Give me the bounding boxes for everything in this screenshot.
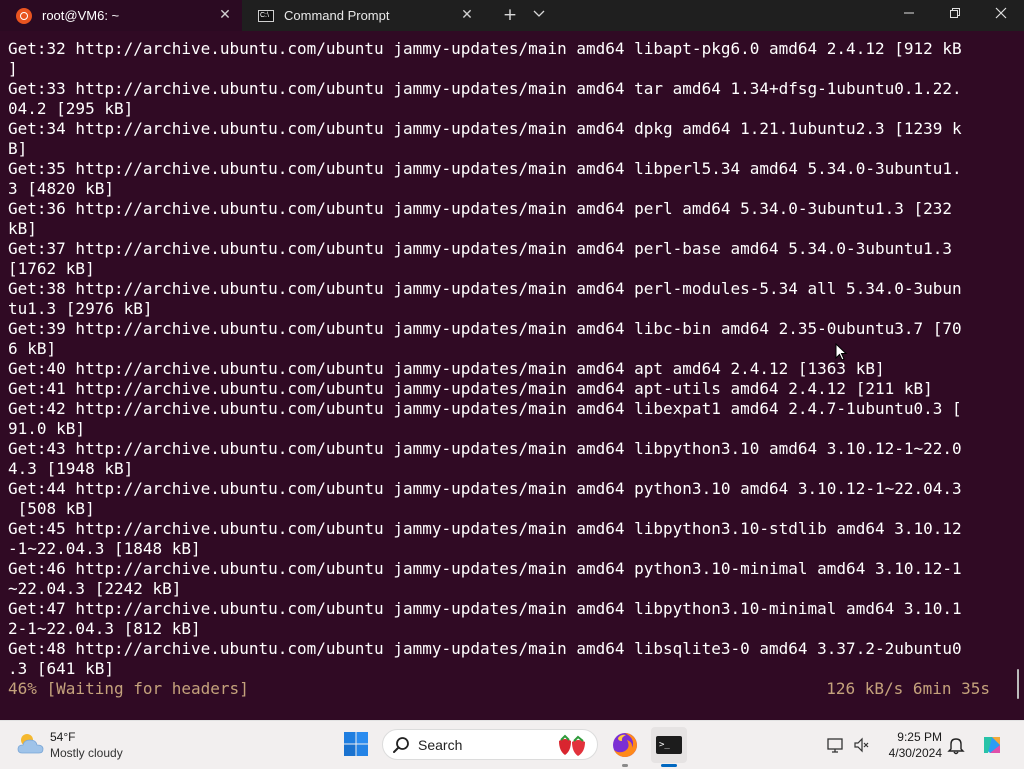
terminal-line: tu1.3 [2976 kB]: [8, 299, 153, 318]
active-app-indicator: [661, 764, 677, 767]
tab-dropdown-button[interactable]: [526, 4, 552, 26]
notification-bell-icon[interactable]: [947, 735, 965, 755]
terminal-line: Get:40 http://archive.ubuntu.com/ubuntu …: [8, 359, 885, 378]
terminal-taskbar-button[interactable]: >_: [651, 727, 687, 763]
terminal-line: Get:37 http://archive.ubuntu.com/ubuntu …: [8, 239, 953, 258]
network-icon[interactable]: [826, 736, 844, 754]
terminal-line: 6 kB]: [8, 339, 57, 358]
volume-muted-icon[interactable]: [853, 736, 871, 754]
search-label: Search: [418, 737, 463, 753]
new-tab-button[interactable]: +: [497, 4, 523, 26]
terminal-lines: Get:32 http://archive.ubuntu.com/ubuntu …: [8, 39, 1008, 679]
terminal-output[interactable]: Get:32 http://archive.ubuntu.com/ubuntu …: [0, 31, 1024, 720]
minimize-icon: [904, 12, 914, 14]
terminal-line: -1~22.04.3 [1848 kB]: [8, 539, 201, 558]
clock-time: 9:25 PM: [897, 730, 942, 744]
close-window-button[interactable]: [978, 0, 1024, 31]
command-prompt-icon: C:\: [258, 9, 274, 22]
terminal-line: Get:42 http://archive.ubuntu.com/ubuntu …: [8, 399, 962, 418]
terminal-line: 04.2 [295 kB]: [8, 99, 134, 118]
terminal-line: 4.3 [1948 kB]: [8, 459, 134, 478]
system-clock[interactable]: 9:25 PM 4/30/2024: [880, 729, 942, 761]
tab-title: Command Prompt: [284, 8, 390, 23]
terminal-line: Get:41 http://archive.ubuntu.com/ubuntu …: [8, 379, 933, 398]
terminal-line: Get:48 http://archive.ubuntu.com/ubuntu …: [8, 639, 962, 658]
close-tab-icon[interactable]: ✕: [458, 6, 476, 24]
terminal-line: Get:43 http://archive.ubuntu.com/ubuntu …: [8, 439, 962, 458]
search-icon: [393, 737, 409, 753]
ubuntu-icon: [16, 7, 32, 24]
running-indicator: [622, 764, 628, 767]
scrollbar[interactable]: [1017, 669, 1019, 699]
terminal-line: ~22.04.3 [2242 kB]: [8, 579, 182, 598]
terminal-line: 91.0 kB]: [8, 419, 86, 438]
terminal-line: B]: [8, 139, 28, 158]
terminal-line: Get:36 http://archive.ubuntu.com/ubuntu …: [8, 199, 953, 218]
title-bar: root@VM6: ~ ✕ C:\ Command Prompt ✕ +: [0, 0, 1024, 31]
weather-widget[interactable]: 54°F Mostly cloudy: [14, 727, 164, 763]
weather-temperature: 54°F: [50, 730, 76, 744]
terminal-icon: >_: [656, 736, 682, 754]
terminal-line: [508 kB]: [8, 499, 95, 518]
clock-date: 4/30/2024: [888, 746, 942, 760]
terminal-line: 2-1~22.04.3 [812 kB]: [8, 619, 201, 638]
terminal-line: .3 [641 kB]: [8, 659, 114, 678]
terminal-line: 3 [4820 kB]: [8, 179, 114, 198]
apt-progress-status: 46% [Waiting for headers] 126 kB/s 6min …: [8, 679, 1008, 699]
partly-cloudy-icon: [17, 734, 44, 754]
minimize-button[interactable]: [886, 0, 932, 31]
mouse-cursor-icon: [835, 343, 848, 361]
restore-button[interactable]: [932, 0, 978, 31]
terminal-line: Get:47 http://archive.ubuntu.com/ubuntu …: [8, 599, 962, 618]
terminal-line: Get:32 http://archive.ubuntu.com/ubuntu …: [8, 39, 962, 58]
chevron-down-icon: [533, 10, 545, 17]
terminal-line: kB]: [8, 219, 37, 238]
terminal-line: Get:46 http://archive.ubuntu.com/ubuntu …: [8, 559, 962, 578]
tab-root-vm6[interactable]: root@VM6: ~ ✕: [0, 0, 242, 31]
firefox-icon[interactable]: [609, 729, 641, 761]
terminal-line: Get:44 http://archive.ubuntu.com/ubuntu …: [8, 479, 962, 498]
terminal-line: ]: [8, 59, 18, 78]
terminal-line: Get:38 http://archive.ubuntu.com/ubuntu …: [8, 279, 962, 298]
terminal-line: Get:34 http://archive.ubuntu.com/ubuntu …: [8, 119, 962, 138]
strawberry-icon: [559, 734, 585, 756]
windows-start-icon[interactable]: [342, 730, 370, 758]
tab-command-prompt[interactable]: C:\ Command Prompt ✕: [248, 0, 484, 31]
terminal-line: Get:45 http://archive.ubuntu.com/ubuntu …: [8, 519, 962, 538]
taskbar: 54°F Mostly cloudy Search >_ 9:25 PM 4/3…: [0, 720, 1024, 769]
close-icon: [995, 7, 1007, 19]
taskbar-search[interactable]: Search: [382, 729, 598, 760]
progress-text: 46% [Waiting for headers]: [8, 679, 249, 698]
terminal-line: Get:39 http://archive.ubuntu.com/ubuntu …: [8, 319, 962, 338]
download-speed: 126 kB/s 6min 35s: [826, 679, 990, 698]
close-tab-icon[interactable]: ✕: [216, 6, 234, 24]
terminal-line: Get:33 http://archive.ubuntu.com/ubuntu …: [8, 79, 962, 98]
terminal-line: Get:35 http://archive.ubuntu.com/ubuntu …: [8, 159, 962, 178]
restore-icon: [950, 8, 960, 18]
copilot-icon[interactable]: [980, 733, 1004, 757]
terminal-line: [1762 kB]: [8, 259, 95, 278]
tab-title: root@VM6: ~: [42, 8, 120, 23]
weather-description: Mostly cloudy: [50, 746, 123, 760]
